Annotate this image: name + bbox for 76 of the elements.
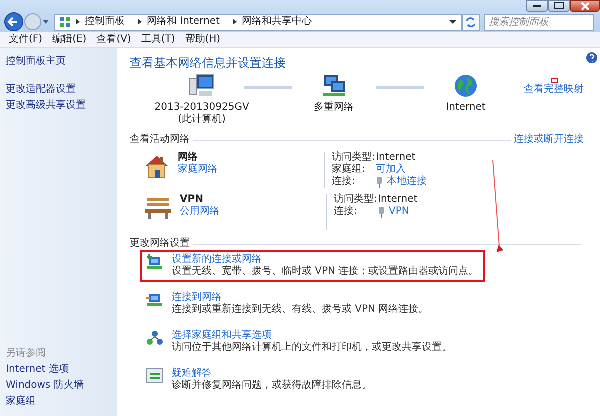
close-button[interactable] [570, 0, 600, 12]
sidebar-link[interactable]: Internet 选项 [6, 364, 117, 376]
sidebar-link[interactable]: 更改高级共享设置 [6, 100, 117, 112]
network-name: 网络 [178, 152, 199, 164]
back-icon[interactable] [4, 12, 24, 32]
chevron-icon[interactable] [137, 18, 143, 26]
menu-item[interactable]: 帮助(H) [180, 32, 226, 46]
close-icon [580, 2, 590, 10]
sidebar-link[interactable]: 家庭组 [6, 396, 117, 408]
section-heading: 更改网络设置 [130, 238, 190, 250]
node-label: (此计算机) [178, 114, 226, 126]
refresh-icon[interactable] [462, 14, 480, 30]
search-field[interactable]: 搜索控制面板 [484, 14, 594, 30]
plug-icon [378, 206, 385, 218]
task-link[interactable]: 疑难解答 [172, 368, 212, 380]
task-description: 诊断并修复网络问题，或获得故障排除信息。 [172, 380, 372, 392]
property-label: 访问类型: [332, 152, 376, 164]
property-value: Internet [376, 152, 416, 164]
task-link[interactable]: 选择家庭组和共享选项 [172, 330, 272, 342]
property-label: 访问类型: [334, 194, 378, 206]
task-description: 设置无线、宽带、拨号、临时或 VPN 连接；或设置路由器或访问点。 [172, 266, 479, 278]
maximize-button[interactable] [548, 0, 570, 12]
plug-icon [376, 176, 383, 188]
chevron-icon[interactable] [232, 18, 238, 26]
full-map-link[interactable]: 查看完整映射 [524, 84, 584, 96]
property-label: 连接: [334, 206, 358, 218]
task-description: 访问位于其他网络计算机上的文件和打印机，或更改共享设置。 [172, 342, 452, 354]
connection-line [376, 86, 424, 90]
minimize-icon [533, 5, 541, 7]
sidebar-link[interactable]: Windows 防火墙 [6, 380, 117, 392]
network-name: VPN [180, 194, 204, 206]
help-icon[interactable] [586, 52, 598, 64]
page-title: 查看基本网络信息并设置连接 [130, 56, 286, 70]
history-caret-icon[interactable] [42, 18, 50, 26]
connection-link[interactable]: 本地连接 [387, 176, 427, 188]
troubleshoot-icon [146, 368, 164, 384]
menu-item[interactable]: 查看(V) [92, 32, 136, 46]
connection-link[interactable]: VPN [389, 206, 410, 218]
chevron-icon[interactable] [75, 18, 81, 26]
bench-icon [144, 196, 172, 220]
dropdown-caret-icon[interactable] [449, 19, 457, 25]
homegroup-icon [146, 330, 164, 346]
breadcrumb-item[interactable]: 网络和 Internet [147, 16, 220, 28]
node-label: 2013-20130925GV [154, 102, 250, 114]
sidebar-link[interactable]: 控制面板主页 [6, 56, 117, 68]
breadcrumb-item[interactable]: 控制面板 [85, 16, 125, 28]
task-description: 连接到或重新连接到无线、有线、拨号或 VPN 网络连接。 [172, 304, 429, 316]
menu-item[interactable]: 文件(F) [4, 32, 48, 46]
house-icon [144, 154, 170, 180]
globe-icon [454, 74, 478, 98]
menu-item[interactable]: 工具(T) [136, 32, 180, 46]
connection-line [244, 86, 292, 90]
connect-network-icon [146, 292, 164, 308]
breadcrumb-item[interactable]: 网络和共享中心 [242, 16, 312, 28]
node-label: 多重网络 [314, 102, 354, 114]
task-link[interactable]: 连接到网络 [172, 292, 222, 304]
network-type-link[interactable]: 公用网络 [180, 206, 326, 218]
minimize-button[interactable] [526, 0, 548, 12]
property-label: 连接: [332, 176, 356, 188]
node-label: Internet [446, 102, 486, 114]
property-label: 家庭组: [332, 164, 366, 176]
computer-icon [189, 74, 215, 98]
new-connection-icon [146, 254, 164, 270]
property-value: Internet [378, 194, 418, 206]
connect-disconnect-link[interactable]: 连接或断开连接 [514, 134, 584, 146]
sidebar-link[interactable]: 更改适配器设置 [6, 84, 117, 96]
network-type-link[interactable]: 家庭网络 [178, 164, 324, 176]
section-heading: 另请参阅 [6, 348, 47, 360]
network-icon [321, 74, 347, 98]
section-heading: 查看活动网络 [130, 134, 190, 146]
address-field[interactable]: 控制面板 网络和 Internet 网络和共享中心 [54, 14, 462, 30]
task-link[interactable]: 设置新的连接或网络 [172, 254, 262, 266]
homegroup-link[interactable]: 可加入 [376, 164, 406, 176]
control-panel-icon [59, 16, 71, 28]
maximize-icon [554, 2, 564, 10]
menu-item[interactable]: 编辑(E) [48, 32, 92, 46]
